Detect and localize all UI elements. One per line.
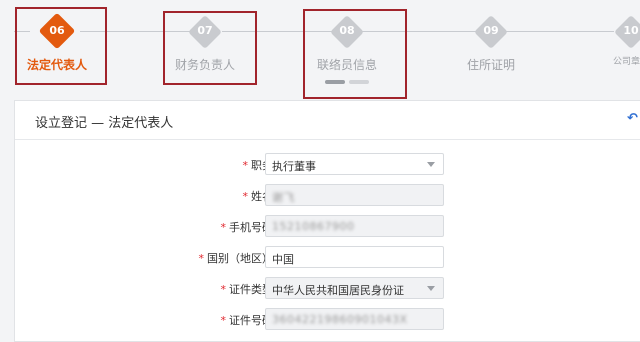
undo-arrow-icon[interactable]: ↶ [627,111,640,126]
required-mark: * [242,190,249,203]
chevron-down-icon [427,286,435,291]
step-label: 住所证明 [466,58,515,72]
form-row-name: * 姓名 谢飞 [15,184,640,208]
country-field[interactable]: 中国 [265,246,444,268]
step-10[interactable]: 10 公司章程 项 [576,0,640,100]
required-mark: * [220,221,227,234]
id-type-select[interactable]: 中华人民共和国居民身份证 [265,277,444,299]
chevron-down-icon [427,162,435,167]
panel-title: 设立登记 — 法定代表人 [35,116,174,131]
field-label: * 国别（地区） [199,250,274,266]
required-mark: * [198,252,205,265]
step-progress-dash [349,80,369,84]
required-mark: * [220,283,227,296]
panel-header: 设立登记 — 法定代表人 ↶ [15,101,640,140]
step-number: 10 [623,24,639,37]
form-panel: 设立登记 — 法定代表人 ↶ * 职务 执行董事 * 姓名 谢飞 * 手机号码 152… [14,100,640,342]
step-06[interactable]: 06 法定代表人 [2,0,112,100]
form-row-id-number: * 证件号码 36042219860901043X [15,308,640,332]
step-number: 08 [339,24,355,37]
step-label-line1: 公司章程 [612,57,640,67]
form-row-id-type: * 证件类型 中华人民共和国居民身份证 [15,277,640,301]
id-number-field[interactable]: 36042219860901043X [265,308,444,330]
step-09[interactable]: 09 住所证明 [436,0,546,100]
step-08[interactable]: 08 联络员信息 [292,0,402,100]
step-progress: 06 法定代表人 07 财务负责人 08 联络员信息 09 住所证明 10 公司… [0,0,640,100]
step-07[interactable]: 07 财务负责人 [150,0,260,100]
select-value: 中华人民共和国居民身份证 [272,284,404,297]
select-value: 执行董事 [272,160,316,173]
form-row-phone: * 手机号码 15210867900 [15,215,640,239]
form-row-country: * 国别（地区） 中国 [15,246,640,270]
step-number: 06 [49,24,65,37]
field-value: 36042219860901043X [272,313,408,326]
step-number: 07 [197,24,213,37]
step-number: 09 [483,24,499,37]
step-label-line2: 项 [596,69,640,79]
field-value: 中国 [272,253,294,266]
field-value: 15210867900 [272,220,355,233]
name-field[interactable]: 谢飞 [265,184,444,206]
step-label: 公司章程 项 [576,56,640,80]
form-row-position: * 职务 执行董事 [15,153,640,177]
field-value: 谢飞 [272,191,295,204]
field-label-text: 国别（地区） [207,252,273,265]
step-label: 财务负责人 [174,58,235,72]
step-label: 法定代表人 [26,58,87,72]
required-mark: * [220,314,227,327]
phone-field[interactable]: 15210867900 [265,215,444,237]
required-mark: * [242,159,249,172]
position-select[interactable]: 执行董事 [265,153,444,175]
step-label: 联络员信息 [316,58,377,72]
step-progress-dash [325,80,345,84]
